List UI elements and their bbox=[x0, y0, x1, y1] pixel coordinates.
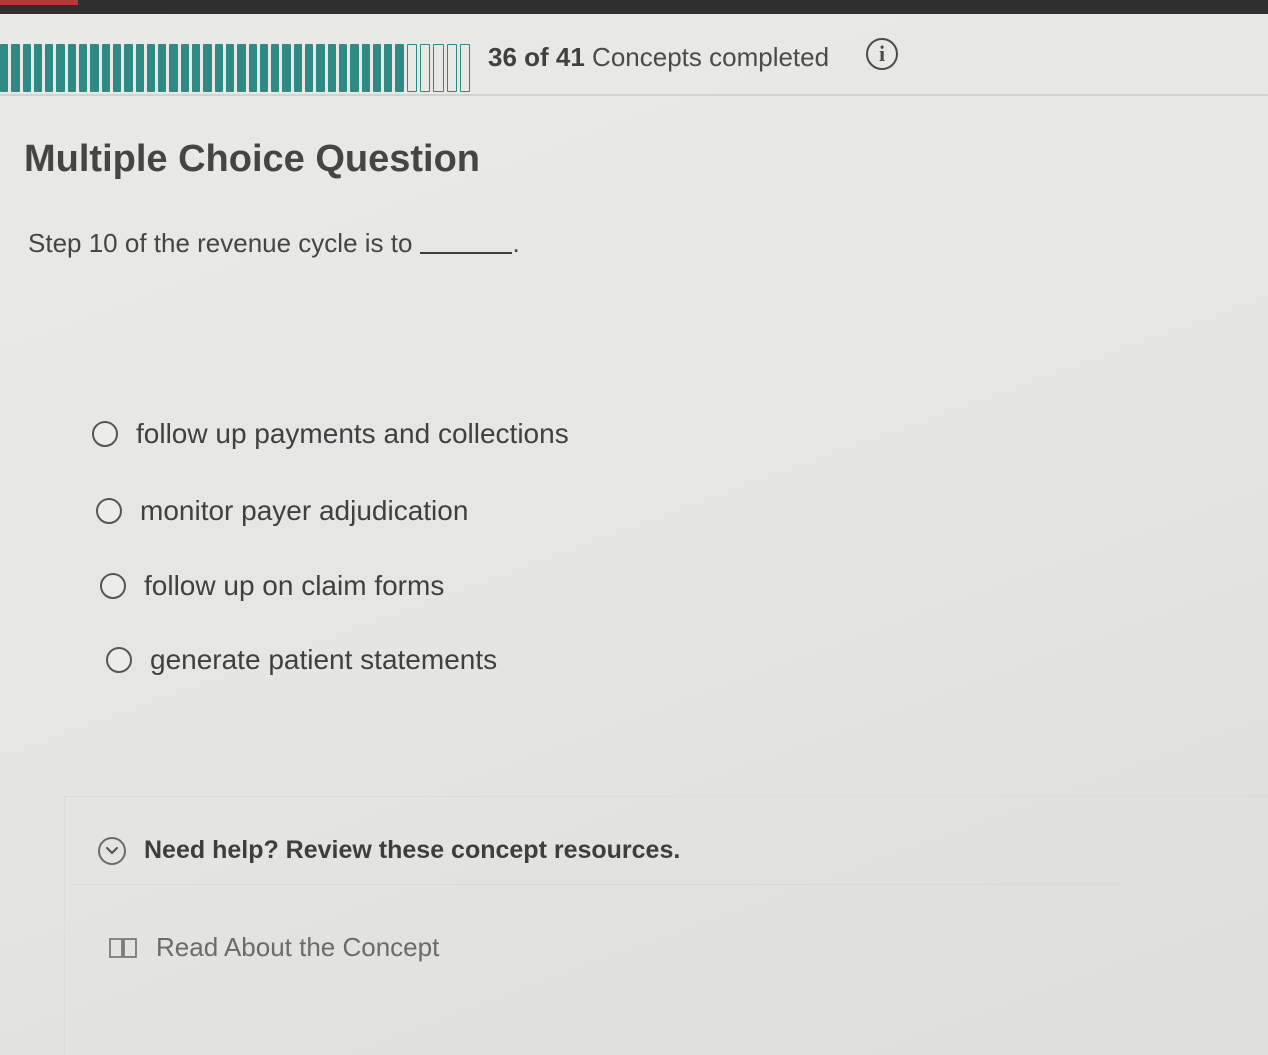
progress-tick-complete bbox=[33, 44, 43, 92]
progress-tick-complete bbox=[271, 44, 280, 92]
progress-suffix: Concepts completed bbox=[584, 42, 830, 72]
progress-tick-pending bbox=[446, 44, 457, 92]
progress-tick-complete bbox=[248, 44, 257, 92]
help-panel bbox=[64, 796, 1268, 1055]
progress-tick-complete bbox=[327, 44, 336, 92]
progress-count: 36 of 41 bbox=[488, 42, 585, 72]
progress-tick-complete bbox=[45, 44, 54, 92]
top-red-mark bbox=[0, 0, 78, 5]
progress-tick-complete bbox=[158, 44, 167, 92]
progress-tick-complete bbox=[395, 44, 404, 92]
progress-tick-complete bbox=[259, 44, 269, 92]
progress-tick-complete bbox=[282, 44, 291, 92]
progress-tick-pending bbox=[419, 44, 431, 92]
help-toggle-label: Need help? Review these concept resource… bbox=[144, 836, 681, 864]
radio-button[interactable] bbox=[106, 647, 132, 673]
progress-tick-complete bbox=[56, 44, 65, 92]
progress-tick-complete bbox=[192, 44, 201, 92]
answer-option-label: follow up payments and collections bbox=[136, 418, 569, 449]
radio-button[interactable] bbox=[100, 573, 126, 599]
progress-tick-complete bbox=[90, 44, 99, 92]
progress-tick-pending bbox=[406, 44, 417, 92]
progress-tick-complete bbox=[67, 44, 77, 92]
answer-option-4[interactable]: generate patient statements bbox=[106, 644, 497, 676]
page-title: Multiple Choice Question bbox=[24, 138, 481, 180]
progress-tick-complete bbox=[203, 44, 212, 92]
progress-tick-complete bbox=[350, 44, 359, 92]
progress-tick-complete bbox=[293, 44, 303, 92]
progress-tick-complete bbox=[0, 44, 9, 92]
progress-tick-complete bbox=[305, 44, 314, 92]
answer-option-1[interactable]: follow up payments and collections bbox=[92, 418, 569, 450]
info-icon[interactable]: i bbox=[866, 38, 898, 70]
answer-blank bbox=[420, 252, 513, 254]
radio-button[interactable] bbox=[92, 421, 118, 447]
progress-tick-complete bbox=[214, 44, 223, 92]
chevron-down-icon bbox=[98, 836, 126, 865]
progress-tick-complete bbox=[237, 44, 246, 92]
answer-option-2[interactable]: monitor payer adjudication bbox=[96, 495, 468, 527]
top-browser-strip bbox=[0, 0, 1268, 14]
progress-tick-complete bbox=[225, 44, 235, 92]
progress-tick-complete bbox=[11, 44, 20, 92]
read-about-concept-link[interactable]: Read About the Concept bbox=[108, 932, 439, 963]
answer-option-label: generate patient statements bbox=[150, 644, 498, 675]
progress-header: 36 of 41 Concepts completed i bbox=[0, 14, 1268, 96]
progress-tick-complete bbox=[169, 44, 178, 92]
progress-tick-complete bbox=[124, 44, 133, 92]
progress-tick-complete bbox=[384, 44, 393, 92]
concept-progress-bar bbox=[0, 44, 471, 92]
progress-tick-complete bbox=[338, 44, 348, 92]
progress-tick-complete bbox=[361, 44, 370, 92]
answer-option-label: follow up on claim forms bbox=[144, 570, 445, 601]
progress-tick-complete bbox=[316, 44, 325, 92]
progress-tick-complete bbox=[146, 44, 156, 92]
progress-tick-pending bbox=[459, 44, 471, 92]
progress-tick-complete bbox=[22, 44, 31, 92]
help-divider bbox=[72, 884, 1122, 885]
progress-tick-complete bbox=[79, 44, 88, 92]
progress-tick-complete bbox=[372, 44, 382, 92]
progress-tick-complete bbox=[101, 44, 110, 92]
progress-tick-complete bbox=[180, 44, 190, 92]
answer-option-label: monitor payer adjudication bbox=[140, 495, 469, 526]
progress-tick-complete bbox=[135, 44, 144, 92]
answer-option-3[interactable]: follow up on claim forms bbox=[100, 570, 444, 602]
progress-text: 36 of 41 Concepts completed bbox=[488, 42, 829, 73]
question-end: . bbox=[512, 228, 520, 258]
question-text: Step 10 of the revenue cycle is to bbox=[28, 228, 413, 258]
progress-tick-pending bbox=[433, 44, 444, 92]
radio-button[interactable] bbox=[96, 498, 122, 524]
read-about-concept-label: Read About the Concept bbox=[156, 932, 440, 962]
book-icon bbox=[108, 936, 138, 960]
help-resources-toggle[interactable]: Need help? Review these concept resource… bbox=[98, 836, 680, 865]
question-prompt: Step 10 of the revenue cycle is to. bbox=[28, 228, 520, 259]
progress-tick-complete bbox=[112, 44, 122, 92]
